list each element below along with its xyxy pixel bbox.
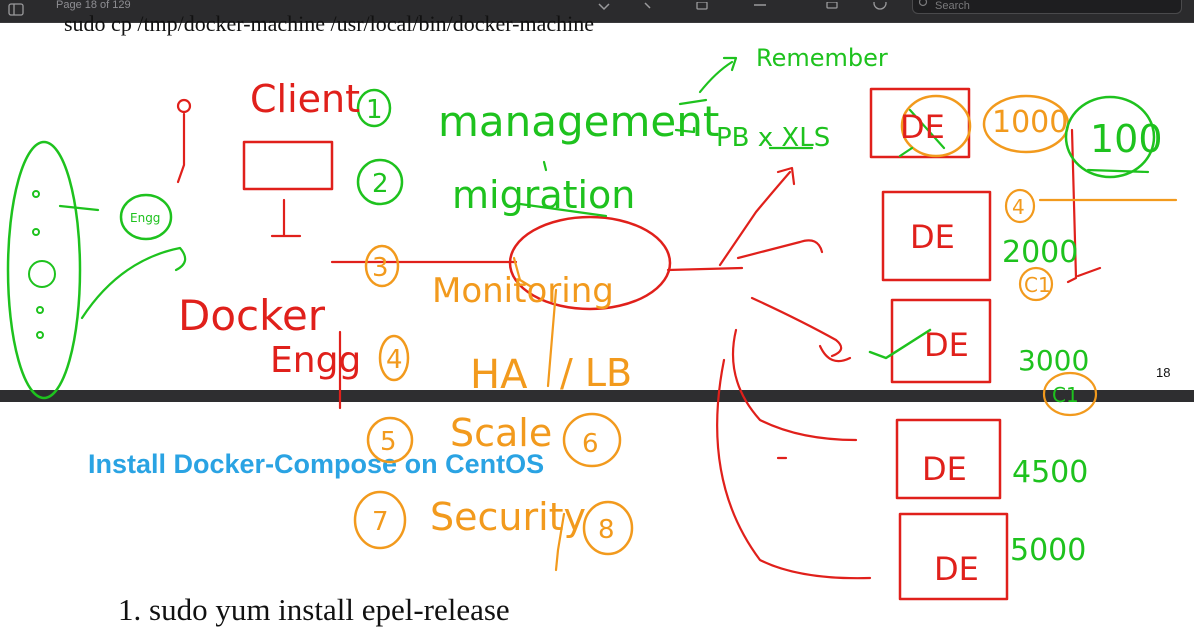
- command-line-text: sudo cp /tmp/docker-machine /usr/local/b…: [64, 11, 594, 36]
- chevron-left-icon[interactable]: [640, 2, 656, 18]
- pdf-page-19: Install Docker-Compose on CentOS 1. sudo…: [0, 402, 1194, 630]
- page-number: 18: [1156, 365, 1171, 380]
- section-heading: Install Docker-Compose on CentOS: [88, 449, 545, 479]
- sidebar-toggle-icon[interactable]: [8, 3, 24, 17]
- list-icon[interactable]: [752, 2, 768, 18]
- document-icon[interactable]: [824, 2, 840, 18]
- share-icon[interactable]: [694, 2, 710, 18]
- pdf-page-18: sudo cp /tmp/docker-machine /usr/local/b…: [0, 11, 1194, 390]
- search-icon: [919, 0, 928, 7]
- search-placeholder: Search: [935, 0, 970, 12]
- info-icon[interactable]: [872, 2, 888, 18]
- page-indicator: Page 18 of 129: [56, 0, 131, 11]
- page-separator: [0, 390, 1194, 402]
- chevron-down-icon[interactable]: [596, 2, 612, 18]
- search-field[interactable]: Search: [912, 0, 1182, 14]
- list-item: 1. sudo yum install epel-release: [118, 592, 510, 627]
